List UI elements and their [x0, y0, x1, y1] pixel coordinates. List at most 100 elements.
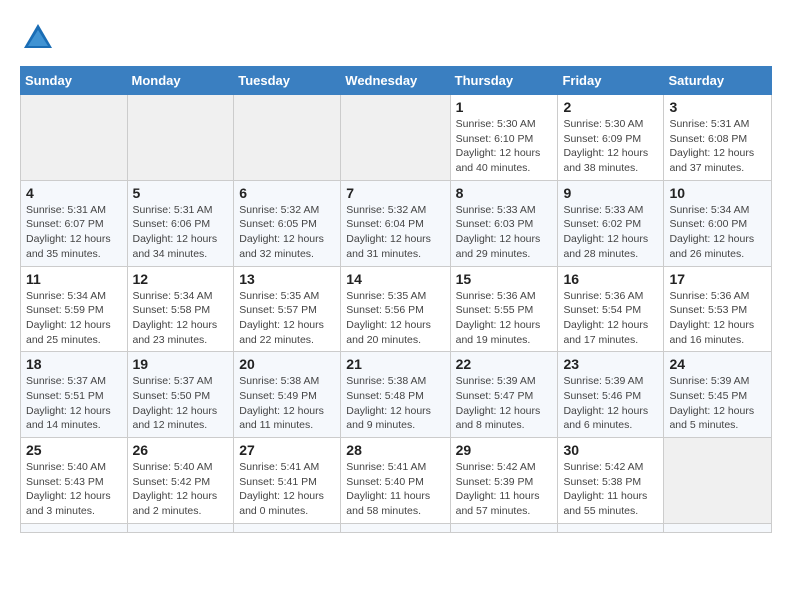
day-detail: Sunrise: 5:39 AMSunset: 5:47 PMDaylight:…	[456, 375, 541, 431]
day-number: 28	[346, 442, 444, 458]
day-number: 17	[669, 271, 766, 287]
col-header-tuesday: Tuesday	[234, 67, 341, 95]
empty-cell	[234, 95, 341, 181]
day-number: 23	[563, 356, 658, 372]
calendar-cell: 25 Sunrise: 5:40 AMSunset: 5:43 PMDayligh…	[21, 438, 128, 524]
day-number: 7	[346, 185, 444, 201]
day-number: 14	[346, 271, 444, 287]
day-number: 19	[133, 356, 229, 372]
day-number: 30	[563, 442, 658, 458]
calendar-cell: 8 Sunrise: 5:33 AMSunset: 6:03 PMDaylight…	[450, 180, 558, 266]
calendar-week-row: 25 Sunrise: 5:40 AMSunset: 5:43 PMDayligh…	[21, 438, 772, 524]
calendar-cell: 14 Sunrise: 5:35 AMSunset: 5:56 PMDayligh…	[341, 266, 450, 352]
empty-cell	[127, 523, 234, 532]
calendar-header-row: SundayMondayTuesdayWednesdayThursdayFrid…	[21, 67, 772, 95]
calendar-cell: 26 Sunrise: 5:40 AMSunset: 5:42 PMDayligh…	[127, 438, 234, 524]
col-header-thursday: Thursday	[450, 67, 558, 95]
day-number: 8	[456, 185, 553, 201]
day-detail: Sunrise: 5:30 AMSunset: 6:10 PMDaylight:…	[456, 118, 541, 174]
day-detail: Sunrise: 5:41 AMSunset: 5:40 PMDaylight:…	[346, 461, 430, 517]
day-detail: Sunrise: 5:32 AMSunset: 6:04 PMDaylight:…	[346, 204, 431, 260]
day-detail: Sunrise: 5:31 AMSunset: 6:08 PMDaylight:…	[669, 118, 754, 174]
day-number: 24	[669, 356, 766, 372]
day-number: 9	[563, 185, 658, 201]
col-header-wednesday: Wednesday	[341, 67, 450, 95]
col-header-sunday: Sunday	[21, 67, 128, 95]
calendar-cell: 16 Sunrise: 5:36 AMSunset: 5:54 PMDayligh…	[558, 266, 664, 352]
calendar-week-row: 11 Sunrise: 5:34 AMSunset: 5:59 PMDayligh…	[21, 266, 772, 352]
day-detail: Sunrise: 5:30 AMSunset: 6:09 PMDaylight:…	[563, 118, 648, 174]
day-number: 22	[456, 356, 553, 372]
calendar-week-row: 4 Sunrise: 5:31 AMSunset: 6:07 PMDaylight…	[21, 180, 772, 266]
day-number: 11	[26, 271, 122, 287]
calendar-cell: 1 Sunrise: 5:30 AMSunset: 6:10 PMDaylight…	[450, 95, 558, 181]
day-detail: Sunrise: 5:36 AMSunset: 5:54 PMDaylight:…	[563, 290, 648, 346]
calendar-cell: 11 Sunrise: 5:34 AMSunset: 5:59 PMDayligh…	[21, 266, 128, 352]
day-number: 2	[563, 99, 658, 115]
calendar-cell: 27 Sunrise: 5:41 AMSunset: 5:41 PMDayligh…	[234, 438, 341, 524]
calendar-cell: 12Sunrise: 5:34 AMSunset: 5:58 PMDayligh…	[127, 266, 234, 352]
calendar-cell: 5Sunrise: 5:31 AMSunset: 6:06 PMDaylight…	[127, 180, 234, 266]
calendar-table: SundayMondayTuesdayWednesdayThursdayFrid…	[20, 66, 772, 533]
calendar-cell: 15 Sunrise: 5:36 AMSunset: 5:55 PMDayligh…	[450, 266, 558, 352]
calendar-cell: 21 Sunrise: 5:38 AMSunset: 5:48 PMDayligh…	[341, 352, 450, 438]
day-detail: Sunrise: 5:42 AMSunset: 5:39 PMDaylight:…	[456, 461, 540, 517]
day-number: 18	[26, 356, 122, 372]
calendar-cell: 3Sunrise: 5:31 AMSunset: 6:08 PMDaylight…	[664, 95, 772, 181]
empty-cell	[127, 95, 234, 181]
calendar-cell: 2 Sunrise: 5:30 AMSunset: 6:09 PMDaylight…	[558, 95, 664, 181]
calendar-cell: 18 Sunrise: 5:37 AMSunset: 5:51 PMDayligh…	[21, 352, 128, 438]
day-number: 15	[456, 271, 553, 287]
empty-cell	[21, 95, 128, 181]
calendar-cell: 10 Sunrise: 5:34 AMSunset: 6:00 PMDayligh…	[664, 180, 772, 266]
day-number: 20	[239, 356, 335, 372]
day-detail: Sunrise: 5:37 AMSunset: 5:50 PMDaylight:…	[133, 375, 218, 431]
empty-cell	[664, 438, 772, 524]
day-number: 13	[239, 271, 335, 287]
day-detail: Sunrise: 5:34 AMSunset: 5:59 PMDaylight:…	[26, 290, 111, 346]
day-number: 1	[456, 99, 553, 115]
calendar-week-row: 1 Sunrise: 5:30 AMSunset: 6:10 PMDaylight…	[21, 95, 772, 181]
day-number: 6	[239, 185, 335, 201]
day-detail: Sunrise: 5:41 AMSunset: 5:41 PMDaylight:…	[239, 461, 324, 517]
calendar-cell: 19 Sunrise: 5:37 AMSunset: 5:50 PMDayligh…	[127, 352, 234, 438]
day-detail: Sunrise: 5:34 AMSunset: 5:58 PMDaylight:…	[133, 290, 218, 346]
day-detail: Sunrise: 5:38 AMSunset: 5:48 PMDaylight:…	[346, 375, 431, 431]
calendar-cell: 22 Sunrise: 5:39 AMSunset: 5:47 PMDayligh…	[450, 352, 558, 438]
calendar-cell: 20 Sunrise: 5:38 AMSunset: 5:49 PMDayligh…	[234, 352, 341, 438]
day-detail: Sunrise: 5:40 AMSunset: 5:43 PMDaylight:…	[26, 461, 111, 517]
calendar-cell: 30 Sunrise: 5:42 AMSunset: 5:38 PMDayligh…	[558, 438, 664, 524]
logo-icon	[20, 20, 56, 56]
day-detail: Sunrise: 5:36 AMSunset: 5:55 PMDaylight:…	[456, 290, 541, 346]
day-detail: Sunrise: 5:37 AMSunset: 5:51 PMDaylight:…	[26, 375, 111, 431]
day-detail: Sunrise: 5:34 AMSunset: 6:00 PMDaylight:…	[669, 204, 754, 260]
day-number: 26	[133, 442, 229, 458]
empty-cell	[558, 523, 664, 532]
calendar-cell: 23Sunrise: 5:39 AMSunset: 5:46 PMDayligh…	[558, 352, 664, 438]
calendar-cell: 28 Sunrise: 5:41 AMSunset: 5:40 PMDayligh…	[341, 438, 450, 524]
calendar-cell: 4 Sunrise: 5:31 AMSunset: 6:07 PMDaylight…	[21, 180, 128, 266]
day-detail: Sunrise: 5:38 AMSunset: 5:49 PMDaylight:…	[239, 375, 324, 431]
day-number: 16	[563, 271, 658, 287]
day-number: 29	[456, 442, 553, 458]
calendar-cell: 17Sunrise: 5:36 AMSunset: 5:53 PMDayligh…	[664, 266, 772, 352]
calendar-cell: 6 Sunrise: 5:32 AMSunset: 6:05 PMDaylight…	[234, 180, 341, 266]
empty-cell	[234, 523, 341, 532]
day-number: 4	[26, 185, 122, 201]
empty-cell	[341, 523, 450, 532]
calendar-cell: 9Sunrise: 5:33 AMSunset: 6:02 PMDaylight…	[558, 180, 664, 266]
day-detail: Sunrise: 5:31 AMSunset: 6:06 PMDaylight:…	[133, 204, 218, 260]
day-detail: Sunrise: 5:32 AMSunset: 6:05 PMDaylight:…	[239, 204, 324, 260]
day-detail: Sunrise: 5:33 AMSunset: 6:03 PMDaylight:…	[456, 204, 541, 260]
calendar-cell: 29 Sunrise: 5:42 AMSunset: 5:39 PMDayligh…	[450, 438, 558, 524]
day-number: 21	[346, 356, 444, 372]
empty-cell	[450, 523, 558, 532]
day-number: 10	[669, 185, 766, 201]
col-header-friday: Friday	[558, 67, 664, 95]
day-detail: Sunrise: 5:31 AMSunset: 6:07 PMDaylight:…	[26, 204, 111, 260]
day-number: 25	[26, 442, 122, 458]
day-detail: Sunrise: 5:42 AMSunset: 5:38 PMDaylight:…	[563, 461, 647, 517]
day-detail: Sunrise: 5:35 AMSunset: 5:56 PMDaylight:…	[346, 290, 431, 346]
day-number: 27	[239, 442, 335, 458]
day-detail: Sunrise: 5:40 AMSunset: 5:42 PMDaylight:…	[133, 461, 218, 517]
